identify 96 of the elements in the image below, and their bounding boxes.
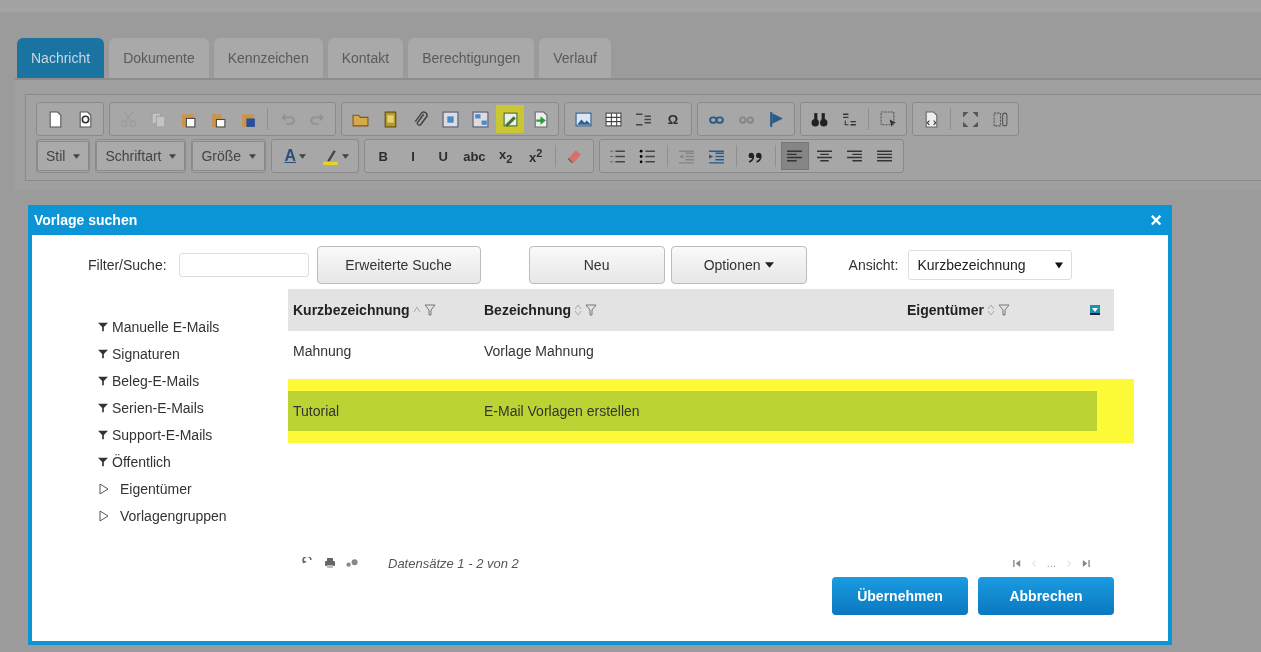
caret-icon [249,153,257,159]
column-header[interactable]: Kurzbezeichnung [293,302,410,318]
tab[interactable]: Kontakt [327,38,404,78]
dropdown-button[interactable]: Schriftart [96,141,186,171]
grid-icon [441,110,459,128]
filter-item[interactable]: Öffentlich [98,448,288,475]
binoculars-icon [810,110,828,128]
dropdown-button[interactable]: Stil [37,141,90,171]
new-button[interactable]: Neu [528,246,665,284]
align-left-button[interactable] [780,142,809,170]
image-icon [574,110,592,128]
caret-icon [341,153,349,159]
outdent-icon [678,147,696,165]
filter-icon[interactable] [585,304,598,316]
column-chooser-icon[interactable] [1089,304,1101,316]
format-button[interactable]: Ω [659,105,687,133]
format-button[interactable]: U [429,142,458,170]
tab[interactable]: Nachricht [17,38,105,78]
filter-icon[interactable] [998,304,1010,316]
filter-icon[interactable] [423,304,436,316]
first-page-icon[interactable] [1012,558,1022,568]
flag-icon [767,110,785,128]
eraser-icon [566,147,584,165]
column-header[interactable]: Bezeichnung [484,302,572,318]
tab[interactable]: Dokumente [109,38,209,78]
table-cell-text: Vorlage Mahnung [483,343,595,359]
tree-item[interactable]: Vorlagengruppen [98,502,288,529]
caret-icon [73,153,81,159]
view-label: Ansicht: [848,257,899,273]
table-row[interactable]: Mahnung Vorlage Mahnung [288,331,1134,371]
tab[interactable]: Verlauf [539,38,611,78]
options-button[interactable]: Optionen [670,246,807,284]
filter-label: Manuelle E-Mails [112,318,220,335]
select-all-icon [879,110,897,128]
column-header[interactable]: Eigentümer [907,302,984,318]
format-button[interactable]: x$_{2}$ [491,142,520,170]
print-icon[interactable] [324,557,336,569]
last-page-icon[interactable] [1081,558,1090,568]
filter-label: Beleg-E-Mails [112,372,200,389]
search-field[interactable] [178,253,309,277]
advanced-search-button[interactable]: Erweiterte Suche [316,246,481,284]
close-button[interactable]: × [1140,208,1172,232]
line-spacing-icon [634,110,652,128]
text-color-button[interactable]: A [276,142,315,170]
cancel-button[interactable]: Abbrechen [978,577,1114,615]
page-ellipsis: ... [1046,557,1056,569]
tree-item[interactable]: Eigentümer [98,475,288,502]
filter-item[interactable]: Signaturen [98,340,288,367]
table-row[interactable]: Tutorial E-Mail Vorlagen erstellen [288,391,1097,431]
filter-label: Serien-E-Mails [112,399,204,416]
filter-icon [98,429,108,440]
numbered-list-icon [609,147,627,165]
table-icon [604,110,622,128]
filter-label: Öffentlich [112,453,171,470]
highlighter-icon [321,147,339,165]
filter-icon [98,402,108,413]
indent-icon [708,147,726,165]
filter-label: Vorlagengruppen [120,507,227,524]
caret-icon [764,262,774,268]
table-cell-text: E-Mail Vorlagen erstellen [483,403,641,419]
caret-icon [1055,261,1064,269]
filter-label: Filter/Suche: [88,257,167,273]
filter-icon [98,321,108,332]
filter-icon [98,375,108,386]
layout-icon [471,110,489,128]
format-button[interactable]: I [399,142,428,170]
dialog-title: Vorlage suchen [34,212,138,228]
filter-item[interactable]: Support-E-Mails [98,421,288,448]
filter-item[interactable]: Manuelle E-Mails [98,313,288,340]
apply-button[interactable]: Übernehmen [832,577,968,615]
tab[interactable]: Berechtigungen [408,38,535,78]
replace-icon [840,110,858,128]
format-button[interactable]: x$^{2}$ [521,142,550,170]
bullet-list-icon [639,147,657,165]
filter-label: Support-E-Mails [112,426,213,443]
record-count: Datensätze 1 - 2 von 2 [388,555,519,571]
dropdown-button[interactable]: Größe [192,141,266,171]
caret-icon [298,153,306,159]
filter-item[interactable]: Serien-E-Mails [98,394,288,421]
edit-document-button[interactable] [496,105,524,133]
view-select[interactable]: Kurzbezeichnung [908,250,1073,280]
table-cell-text: Tutorial [292,403,341,419]
table-cell-text: Mahnung [292,343,353,359]
format-button[interactable]: B [369,142,398,170]
format-button[interactable]: abc [459,142,490,170]
filter-label: Signaturen [112,345,180,362]
tab[interactable]: Kennzeichen [213,38,323,78]
settings-icon[interactable] [346,557,358,569]
filter-icon [98,456,108,467]
filter-item[interactable]: Beleg-E-Mails [98,367,288,394]
blocks-icon [991,110,1009,128]
edit-document-icon [501,110,519,128]
filter-label: Eigentümer [120,480,192,497]
caret-icon [169,153,177,159]
fullscreen-icon [961,110,979,128]
filter-icon [98,348,108,359]
